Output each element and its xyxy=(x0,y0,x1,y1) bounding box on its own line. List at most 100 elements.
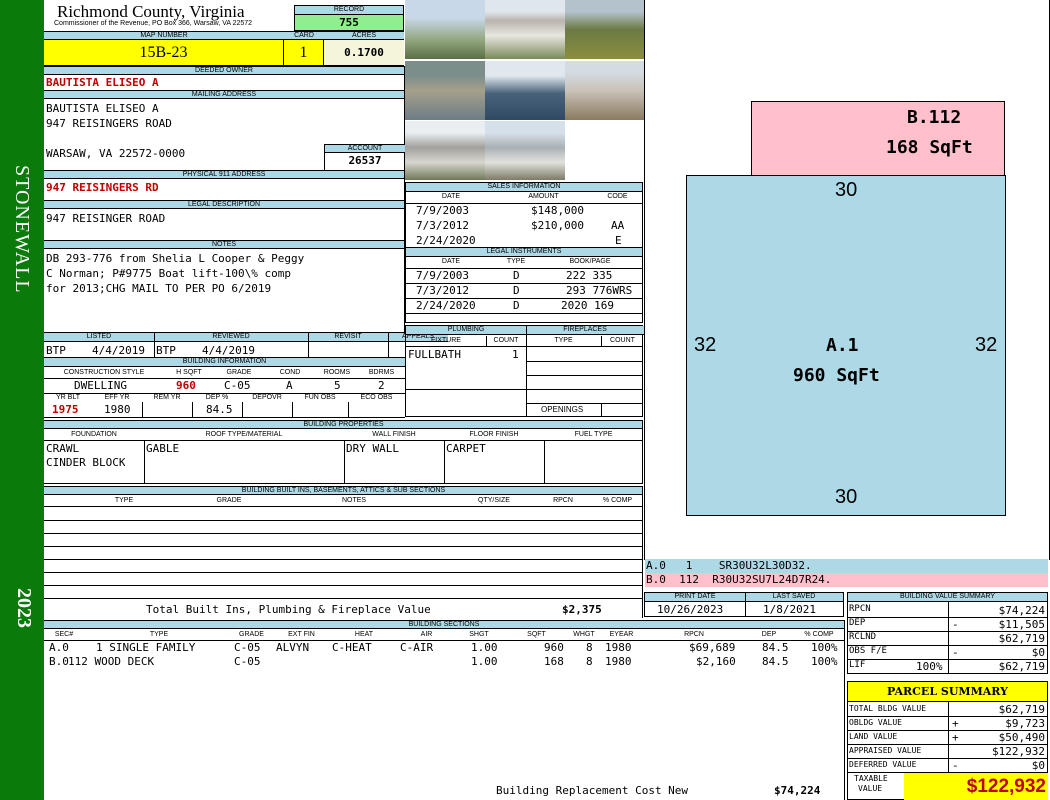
bi-col-style: CONSTRUCTION STYLE xyxy=(63,369,145,376)
sales-title: SALES INFORMATION xyxy=(406,183,642,192)
dates-box: PRINT DATE LAST SAVED 10/26/2023 1/8/202… xyxy=(644,592,844,617)
sales-col-amount: AMOUNT xyxy=(528,193,559,200)
sec-2-dep: 84.5 xyxy=(762,655,789,668)
sec-1-sqft: 960 xyxy=(544,641,564,654)
sec-1-dep: 84.5 xyxy=(762,641,789,654)
fireplaces-title: FIREPLACES xyxy=(526,326,644,335)
record-number: 755 xyxy=(295,15,403,30)
ps-appraised-value: $122,932 xyxy=(992,745,1045,758)
sketch-b-label: B.112 xyxy=(907,107,962,128)
sketch-left-dim: 32 xyxy=(694,334,717,356)
legal-instruments-title: LEGAL INSTRUMENTS xyxy=(406,248,642,257)
bi-rooms: 5 xyxy=(334,379,341,392)
li-type-3: D xyxy=(513,299,520,312)
sec-2-eyear: 1980 xyxy=(605,655,632,668)
review-row: LISTED REVIEWED REVISIT APPEALS BTP 4/4/… xyxy=(44,332,448,358)
listed-label: LISTED xyxy=(44,333,154,342)
print-date: 10/26/2023 xyxy=(657,603,724,616)
bi-col-rooms: ROOMS xyxy=(323,369,351,376)
sales-amount-1: $148,000 xyxy=(531,204,584,217)
li-type-1: D xyxy=(513,269,520,282)
sales-code-2: AA xyxy=(611,219,625,232)
bvs-obs-value: $0 xyxy=(1031,646,1045,659)
sec-col-grade: GRADE xyxy=(239,631,264,638)
sec-1-comp: 100% xyxy=(811,641,838,654)
li-col-date: DATE xyxy=(441,258,461,265)
building-photo-6[interactable] xyxy=(565,61,645,120)
sales-date-2: 7/3/2012 xyxy=(416,219,469,232)
building-photo-5[interactable] xyxy=(485,61,565,120)
account-number: 26537 xyxy=(348,154,382,167)
bvs-dep-label: DEP xyxy=(849,618,866,628)
bi-grade: C-05 xyxy=(224,379,251,392)
building-info-title: BUILDING INFORMATION xyxy=(44,358,405,367)
bi-col-remyr: REM YR xyxy=(153,394,181,401)
sections-title: BUILDING SECTIONS xyxy=(44,620,844,629)
sketch-right-dim: 32 xyxy=(975,334,998,356)
plumb-col-count: COUNT xyxy=(493,337,519,344)
builtins-total-label: Total Built Ins, Plumbing & Fireplace Va… xyxy=(146,603,431,616)
sec-col-whgt: WHGT xyxy=(573,631,595,638)
ps-obldg-label: OBLDG VALUE xyxy=(849,718,902,727)
district-sidebar: STONEWALL 2023 xyxy=(0,0,44,800)
props-foundation-1: CRAWL xyxy=(46,442,80,455)
building-value-summary: BUILDING VALUE SUMMARY RPCN $74,224 DEP … xyxy=(847,592,1048,674)
plumb-count-1: 1 xyxy=(512,348,519,361)
last-saved-label: LAST SAVED xyxy=(745,593,843,602)
building-photo-1[interactable] xyxy=(405,0,485,59)
ps-land-sign: + xyxy=(952,731,959,744)
mailing-line-3: WARSAW, VA 22572-0000 xyxy=(46,147,186,160)
sketch-top-dim: 30 xyxy=(835,179,858,201)
replacement-cost: $74,224 xyxy=(774,784,821,797)
photo-grid xyxy=(405,0,645,180)
bi-col-funobs: FUN OBS xyxy=(304,394,336,401)
owner-block: DEEDED OWNER BAUTISTA ELISEO A MAILING A… xyxy=(44,66,405,336)
building-photo-7[interactable] xyxy=(405,121,485,180)
li-col-type: TYPE xyxy=(506,258,526,265)
map-number: 15B-23 xyxy=(44,40,284,65)
built-ins: BUILDING BUILT INS, BASEMENTS, ATTICS & … xyxy=(44,486,643,618)
sketch-b-area: 168 SqFt xyxy=(886,137,973,158)
sec-col-rpcn: RPCN xyxy=(684,631,704,638)
bvs-rpcn-value: $74,224 xyxy=(998,604,1045,617)
acres-label: ACRES xyxy=(324,31,404,40)
openings-label: OPENINGS xyxy=(541,405,584,414)
notes-line-3: for 2013;CHG MAIL TO PER PO 6/2019 xyxy=(46,282,272,295)
building-photo-4[interactable] xyxy=(405,61,485,120)
sec-2-sqft: 168 xyxy=(544,655,564,668)
plumb-col-fixture: FIXTURE xyxy=(431,337,461,344)
ps-total-bldg-label: TOTAL BLDG VALUE xyxy=(849,704,927,713)
sec-2-rpcn: $2,160 xyxy=(696,655,736,668)
office-address: Commissioner of the Revenue, PO Box 366,… xyxy=(54,20,253,27)
li-date-3: 2/24/2020 xyxy=(416,299,476,312)
sec-col-heat: HEAT xyxy=(354,631,374,638)
sec-2-sec: B.0 xyxy=(49,655,69,668)
replacement-cost-label: Building Replacement Cost New xyxy=(496,784,689,797)
legal-description-label: LEGAL DESCRIPTION xyxy=(44,200,404,209)
sketch-area: B.112 168 SqFt 30 30 32 32 A.1 960 SqFt xyxy=(644,0,1050,560)
sales-amount-2: $210,000 xyxy=(531,219,584,232)
sec-1-rpcn: $69,689 xyxy=(689,641,736,654)
sales-date-1: 7/9/2003 xyxy=(416,204,469,217)
building-properties: BUILDING PROPERTIES FOUNDATION ROOF TYPE… xyxy=(44,420,643,484)
props-col-roof: ROOF TYPE/MATERIAL xyxy=(205,431,283,438)
builtins-title: BUILDING BUILT INS, BASEMENTS, ATTICS & … xyxy=(44,486,643,495)
sec-1-type: 1 SINGLE FAMILY xyxy=(96,641,196,654)
props-roof: GABLE xyxy=(146,442,180,455)
plumb-fixture-1: FULLBATH xyxy=(408,348,461,361)
bvs-title: BUILDING VALUE SUMMARY xyxy=(848,593,1047,602)
props-title: BUILDING PROPERTIES xyxy=(44,420,643,429)
bvs-obs-label: OBS F/E xyxy=(849,646,887,656)
card-number: 1 xyxy=(284,40,324,65)
building-photo-3[interactable] xyxy=(565,0,645,59)
building-sections: BUILDING SECTIONS SEC# TYPE GRADE EXT FI… xyxy=(44,620,845,800)
building-photo-2[interactable] xyxy=(485,0,565,59)
sec-col-extfin: EXT FIN xyxy=(288,631,315,638)
sec-2-whgt: 8 xyxy=(586,655,593,668)
revisit-label: REVISIT xyxy=(308,333,388,342)
sec-1-shgt: 1.00 xyxy=(471,641,498,654)
sec-1-grade: C-05 xyxy=(234,641,261,654)
bi-cond: A xyxy=(286,379,293,392)
building-photo-8[interactable] xyxy=(485,121,565,180)
props-col-foundation: FOUNDATION xyxy=(71,431,117,438)
